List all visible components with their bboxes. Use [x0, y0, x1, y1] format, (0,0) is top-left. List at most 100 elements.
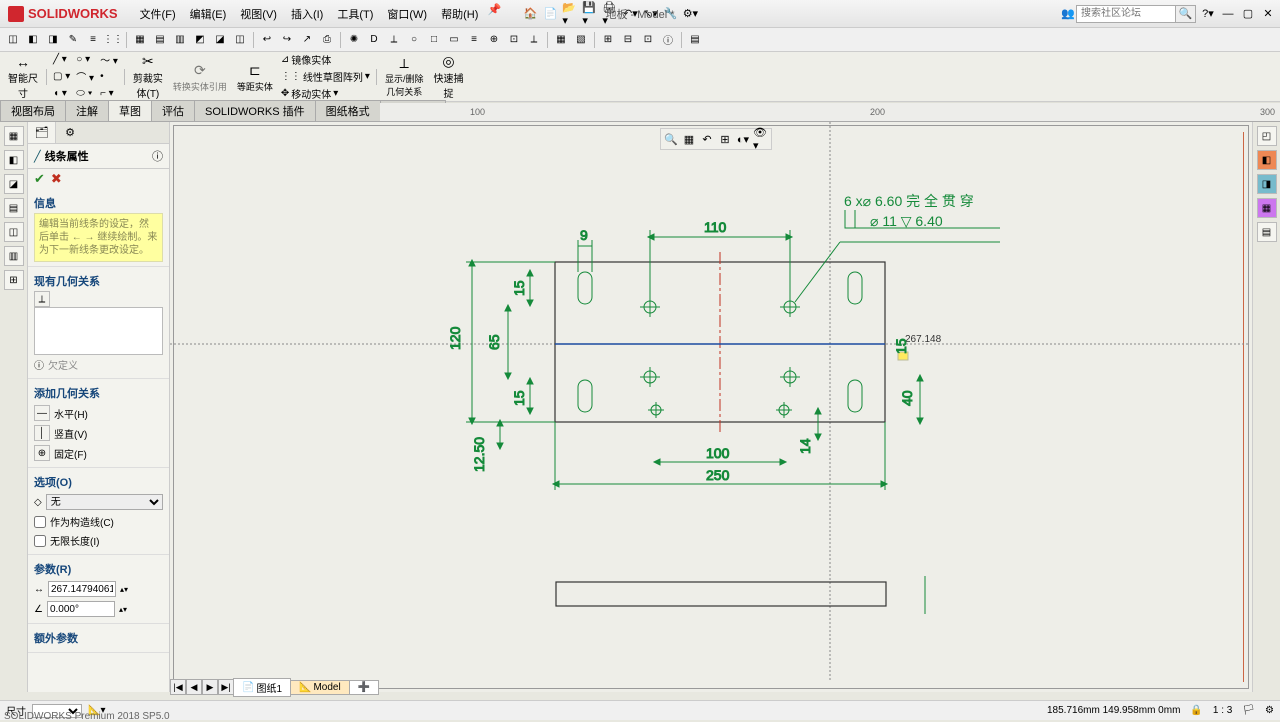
menu-tools[interactable]: 工具(T): [331, 2, 379, 26]
tb-item[interactable]: ▦: [131, 31, 149, 49]
fix-icon[interactable]: ⊕: [34, 445, 50, 461]
tb-item[interactable]: ◫: [4, 31, 22, 49]
nav-last-icon[interactable]: ▶|: [218, 679, 234, 695]
cancel-button[interactable]: ✖: [51, 171, 62, 187]
angle-input[interactable]: [47, 601, 115, 617]
pin-icon[interactable]: 📌: [486, 2, 502, 18]
line-style-select[interactable]: 无: [46, 494, 163, 510]
relations-list[interactable]: [34, 307, 163, 355]
vertical-icon[interactable]: │: [34, 425, 50, 441]
infinite-checkbox[interactable]: [34, 535, 46, 547]
lock-icon[interactable]: 🔒: [1190, 705, 1202, 716]
tb-item[interactable]: ⊡: [639, 31, 657, 49]
menu-window[interactable]: 窗口(W): [381, 2, 433, 26]
flag-icon[interactable]: 🏳: [1242, 705, 1255, 716]
tb-item[interactable]: □: [425, 31, 443, 49]
save-icon[interactable]: 💾▾: [582, 6, 598, 22]
tb-item[interactable]: ▭: [445, 31, 463, 49]
rect-tool[interactable]: ▢ ▾: [51, 69, 72, 85]
rail-btn[interactable]: ◧: [4, 150, 24, 170]
rail-btn[interactable]: ▦: [4, 126, 24, 146]
tb-item[interactable]: ⊕: [485, 31, 503, 49]
rel-vertical[interactable]: 竖直(V): [54, 426, 87, 441]
model-tab[interactable]: 📐Model: [290, 680, 350, 695]
tb-item[interactable]: ⎙: [318, 31, 336, 49]
tb-item[interactable]: ✎: [64, 31, 82, 49]
tb-item[interactable]: ◧: [24, 31, 42, 49]
tb-item[interactable]: ◫: [231, 31, 249, 49]
rel-fix[interactable]: 固定(F): [54, 446, 87, 461]
tb-item[interactable]: ◪: [211, 31, 229, 49]
search-scope-icon[interactable]: 👥: [1060, 6, 1076, 22]
search-button[interactable]: 🔍: [1176, 5, 1196, 23]
tb-item[interactable]: D: [365, 31, 383, 49]
rail-btn[interactable]: ◫: [4, 222, 24, 242]
tb-item[interactable]: ▤: [151, 31, 169, 49]
menu-edit[interactable]: 编辑(E): [184, 2, 233, 26]
arc-tool[interactable]: ⌒ ▾: [74, 69, 96, 85]
mirror-tool[interactable]: ⊿ 镜像实体: [279, 52, 372, 68]
maximize-icon[interactable]: ▢: [1240, 6, 1256, 22]
ok-button[interactable]: ✔: [34, 171, 45, 187]
drawing-canvas[interactable]: 🔍 ▦ ↶ ⊞ ◐▾ 👁▾: [170, 122, 1252, 692]
horizontal-icon[interactable]: —: [34, 405, 50, 421]
rail-btn[interactable]: ◰: [1257, 126, 1277, 146]
menu-view[interactable]: 视图(V): [234, 2, 283, 26]
pm-tab-config[interactable]: ⚙: [56, 122, 84, 143]
nav-prev-icon[interactable]: ◀: [186, 679, 202, 695]
rail-btn[interactable]: ▤: [4, 198, 24, 218]
new-icon[interactable]: 📄: [542, 6, 558, 22]
open-icon[interactable]: 📂▾: [562, 6, 578, 22]
line-tool[interactable]: ╱ ▾: [51, 52, 72, 68]
rail-btn[interactable]: ◧: [1257, 150, 1277, 170]
length-input[interactable]: [48, 581, 116, 597]
tab-sheet-format[interactable]: 图纸格式: [315, 100, 381, 121]
options-icon[interactable]: ⚙▾: [682, 6, 698, 22]
tb-item[interactable]: ✺: [345, 31, 363, 49]
menu-help[interactable]: 帮助(H): [435, 2, 484, 26]
help-icon[interactable]: ?▾: [1200, 6, 1216, 22]
tb-item[interactable]: ⟂: [385, 31, 403, 49]
tb-item[interactable]: ◩: [191, 31, 209, 49]
tb-item[interactable]: ↗: [298, 31, 316, 49]
tab-addins[interactable]: SOLIDWORKS 插件: [194, 100, 316, 121]
help-icon[interactable]: ⓘ: [152, 148, 163, 164]
rail-btn[interactable]: ▦: [1257, 198, 1277, 218]
tb-item[interactable]: ↪: [278, 31, 296, 49]
nav-next-icon[interactable]: ▶: [202, 679, 218, 695]
tb-item[interactable]: ⟂: [525, 31, 543, 49]
tb-item[interactable]: ↩: [258, 31, 276, 49]
menu-insert[interactable]: 插入(I): [285, 2, 329, 26]
point-tool[interactable]: •: [98, 69, 120, 85]
tb-item[interactable]: ⊡: [505, 31, 523, 49]
rail-btn[interactable]: ⊞: [4, 270, 24, 290]
nav-first-icon[interactable]: |◀: [170, 679, 186, 695]
rel-horizontal[interactable]: 水平(H): [54, 406, 88, 421]
close-icon[interactable]: ✕: [1260, 6, 1276, 22]
tb-item[interactable]: ◨: [44, 31, 62, 49]
rail-btn[interactable]: ▥: [4, 246, 24, 266]
tb-item[interactable]: ≡: [465, 31, 483, 49]
home-icon[interactable]: 🏠: [522, 6, 538, 22]
tb-item[interactable]: ≡: [84, 31, 102, 49]
convert-button[interactable]: ⟳ 转换实体引用: [169, 55, 231, 99]
search-input[interactable]: [1076, 5, 1176, 23]
tb-item[interactable]: ⓘ: [659, 31, 677, 49]
pm-tab-feature[interactable]: 🗂: [28, 122, 56, 143]
tab-evaluate[interactable]: 评估: [151, 100, 195, 121]
spinner-icon[interactable]: ▴▾: [120, 585, 128, 594]
tb-item[interactable]: ▥: [171, 31, 189, 49]
tb-item[interactable]: ⋮⋮: [104, 31, 122, 49]
quick-snap-button[interactable]: ◎ 快速捕 捉: [429, 55, 467, 99]
circle-tool[interactable]: ○ ▾: [74, 52, 96, 68]
tab-view-layout[interactable]: 视图布局: [0, 100, 66, 121]
tb-item[interactable]: ○: [405, 31, 423, 49]
linear-pattern-tool[interactable]: ⋮⋮ 线性草图阵列 ▾: [279, 69, 372, 85]
smart-dimension-button[interactable]: ↔ 智能尺 寸: [4, 55, 42, 99]
rail-btn[interactable]: ▤: [1257, 222, 1277, 242]
trim-button[interactable]: ✂ 剪裁实 体(T): [129, 55, 167, 99]
spinner-icon[interactable]: ▴▾: [119, 605, 127, 614]
rail-btn[interactable]: ◪: [4, 174, 24, 194]
offset-button[interactable]: ⊏ 等距实体: [233, 55, 277, 99]
gear-icon[interactable]: ⚙: [1265, 705, 1274, 716]
